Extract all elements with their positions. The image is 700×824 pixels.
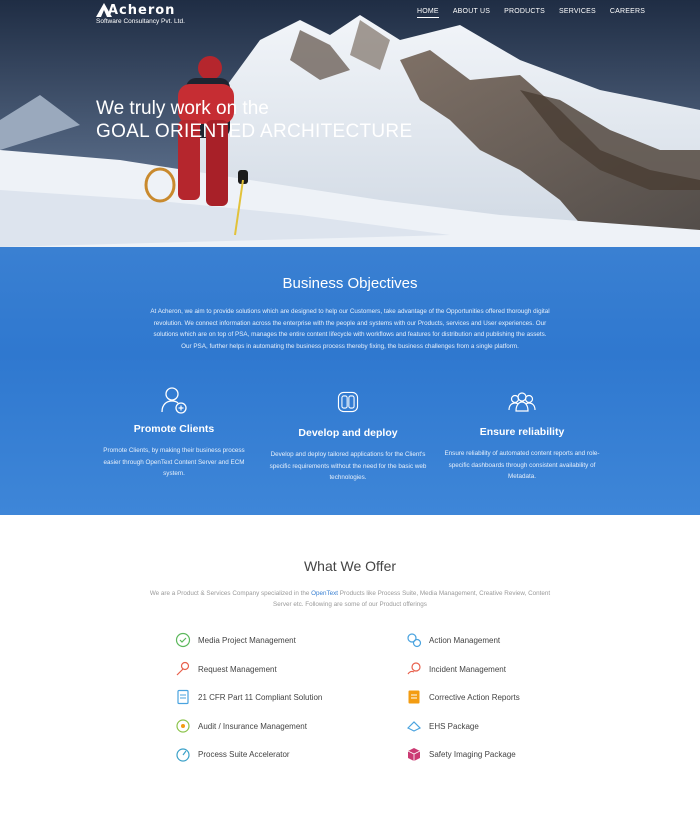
offer-item-request[interactable]: Request Management bbox=[175, 660, 277, 678]
nav-products[interactable]: PRODUCTS bbox=[504, 8, 545, 18]
objective-promote-clients: Promote Clients Promote Clients, by maki… bbox=[94, 385, 254, 480]
objective-title: Promote Clients bbox=[133, 423, 215, 435]
offer-item-audit[interactable]: Audit / Insurance Management bbox=[175, 717, 307, 735]
offer-item-ehs[interactable]: EHS Package bbox=[406, 717, 479, 735]
offer-item-label: 21 CFR Part 11 Compliant Solution bbox=[198, 692, 323, 702]
package-icon bbox=[407, 748, 421, 761]
offer-item-label: Safety Imaging Package bbox=[429, 749, 516, 759]
offer-item-cfr[interactable]: 21 CFR Part 11 Compliant Solution bbox=[175, 688, 322, 706]
offer-item-label: Incident Management bbox=[429, 664, 506, 674]
logo-subtitle: Software Consultancy Pvt. Ltd. bbox=[96, 18, 185, 25]
offer-item-label: Request Management bbox=[198, 664, 277, 674]
main-nav: HOME ABOUT US PRODUCTS SERVICES CAREERS bbox=[417, 8, 659, 18]
hero-heading: We truly work on the GOAL ORIENTED ARCHI… bbox=[96, 97, 412, 143]
offer-item-label: Action Management bbox=[429, 635, 501, 645]
hero-line-1: We truly work on the bbox=[96, 98, 269, 119]
offer-item-label: Process Suite Accelerator bbox=[198, 749, 290, 759]
offer-item-label: Audit / Insurance Management bbox=[198, 721, 307, 731]
business-objectives-section: Business Objectives At Acheron, we aim t… bbox=[0, 247, 700, 515]
objective-ensure-reliability: Ensure reliability Ensure reliability of… bbox=[442, 385, 602, 483]
offer-item-incident[interactable]: Incident Management bbox=[406, 660, 506, 678]
document-icon bbox=[177, 689, 189, 705]
objectives-title: Business Objectives bbox=[282, 275, 418, 292]
offer-item-label: EHS Package bbox=[429, 721, 479, 731]
nav-services[interactable]: SERVICES bbox=[559, 8, 596, 18]
objective-text: Ensure reliability of automated content … bbox=[444, 450, 600, 480]
report-icon bbox=[408, 690, 420, 704]
offer-title: What We Offer bbox=[303, 558, 397, 574]
what-we-offer-section: What We Offer We are a Product & Service… bbox=[0, 515, 700, 824]
opentext-link[interactable]: OpenText bbox=[311, 590, 338, 597]
objective-title: Develop and deploy bbox=[298, 427, 398, 439]
offer-item-safety-imaging[interactable]: Safety Imaging Package bbox=[406, 745, 516, 763]
offer-text-before: We are a Product & Services Company spec… bbox=[149, 590, 312, 597]
users-group-icon bbox=[508, 392, 536, 412]
objective-text: Promote Clients, by making their busines… bbox=[103, 447, 245, 477]
offer-item-action[interactable]: Action Management bbox=[406, 631, 500, 649]
request-icon bbox=[176, 661, 190, 676]
offer-item-label: Corrective Action Reports bbox=[429, 692, 520, 702]
objective-develop-deploy: Develop and deploy Develop and deploy ta… bbox=[268, 385, 428, 484]
objective-title: Ensure reliability bbox=[479, 426, 565, 438]
objective-text: Develop and deploy tailored applications… bbox=[269, 451, 427, 481]
devices-icon bbox=[337, 391, 359, 413]
nav-home[interactable]: HOME bbox=[417, 8, 439, 18]
user-plus-icon bbox=[161, 387, 187, 414]
nav-about-us[interactable]: ABOUT US bbox=[453, 8, 490, 18]
offer-item-media-project[interactable]: Media Project Management bbox=[175, 631, 296, 649]
logo-name: Acheron bbox=[108, 3, 176, 18]
media-project-icon bbox=[175, 632, 191, 648]
offer-text: We are a Product & Services Company spec… bbox=[140, 589, 560, 610]
action-icon bbox=[407, 633, 422, 648]
audit-icon bbox=[176, 719, 190, 733]
hero-banner: Acheron Software Consultancy Pvt. Ltd. H… bbox=[0, 0, 700, 247]
ehs-icon bbox=[406, 721, 422, 732]
offer-item-corrective[interactable]: Corrective Action Reports bbox=[406, 688, 520, 706]
offer-item-label: Media Project Management bbox=[198, 635, 296, 645]
objectives-text: At Acheron, we aim to provide solutions … bbox=[150, 308, 550, 350]
hero-line-2: GOAL ORIENTED ARCHITECTURE bbox=[96, 121, 413, 142]
nav-careers[interactable]: CAREERS bbox=[610, 8, 645, 18]
speedometer-icon bbox=[176, 748, 190, 762]
incident-icon bbox=[407, 662, 421, 675]
offer-item-process-suite[interactable]: Process Suite Accelerator bbox=[175, 745, 290, 763]
